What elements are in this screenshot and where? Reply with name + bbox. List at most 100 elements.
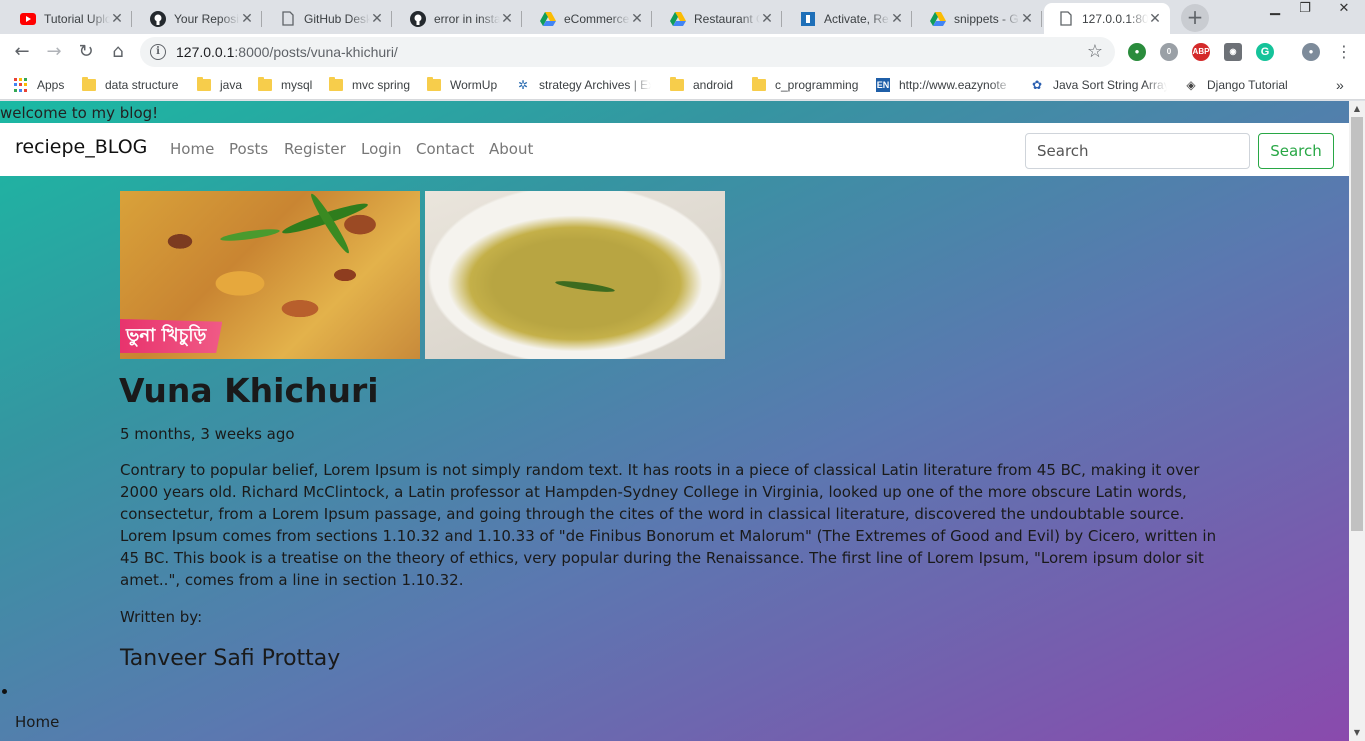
tab-title: error in insta <box>434 11 500 26</box>
grammarly-icon[interactable]: G <box>1256 43 1274 61</box>
adblock-icon[interactable]: ABP <box>1192 43 1210 61</box>
search-input[interactable] <box>1025 133 1250 169</box>
close-icon[interactable]: ✕ <box>890 12 904 26</box>
site-navbar: reciepe_BLOG Home Posts Register Login C… <box>0 123 1349 176</box>
new-tab-button[interactable]: + <box>1181 4 1209 32</box>
bookmark-item[interactable]: data structure <box>82 76 178 94</box>
browser-tab[interactable]: eCommerce ✕ <box>526 3 652 34</box>
minimize-icon[interactable]: ▁ <box>1260 0 1290 20</box>
extension-count-badge: 0 <box>1166 47 1172 56</box>
camera-extension-icon[interactable]: ◉ <box>1224 43 1242 61</box>
browser-tab[interactable]: snippets - G ✕ <box>916 3 1042 34</box>
page-viewport: welcome to my blog! reciepe_BLOG Home Po… <box>0 101 1349 741</box>
django-icon: ◈ <box>1186 78 1196 92</box>
nav-contact[interactable]: Contact <box>416 140 474 158</box>
post-title: Vuna Khichuri <box>119 371 379 410</box>
page-scrollbar[interactable]: ▲ ▼ <box>1349 101 1365 741</box>
close-icon[interactable]: ✕ <box>1148 12 1162 26</box>
folder-icon <box>752 77 766 91</box>
search-button[interactable]: Search <box>1258 133 1334 169</box>
nav-login[interactable]: Login <box>361 140 401 158</box>
github-icon <box>410 10 426 27</box>
folder-icon <box>427 77 441 91</box>
bookmark-item[interactable]: c_programming <box>752 76 858 94</box>
page-icon <box>280 11 296 27</box>
url-host: 127.0.0.1 <box>176 44 235 60</box>
bookmark-item[interactable]: ✿ Java Sort String Array <box>1030 76 1167 94</box>
bookmark-star-icon[interactable]: ☆ <box>1087 41 1103 62</box>
bookmark-item[interactable]: android <box>670 76 733 94</box>
reload-icon[interactable]: ↻ <box>74 40 98 64</box>
folder-icon <box>197 77 211 91</box>
close-window-icon[interactable]: ✕ <box>1326 0 1362 20</box>
tab-title: snippets - G <box>954 11 1019 26</box>
close-icon[interactable]: ✕ <box>110 12 124 26</box>
menu-icon[interactable]: ⋮ <box>1332 40 1356 64</box>
close-icon[interactable]: ✕ <box>1020 12 1034 26</box>
bookmark-label: mvc spring <box>352 78 411 92</box>
close-icon[interactable]: ✕ <box>630 12 644 26</box>
eazynote-icon: EN <box>876 78 890 92</box>
bookmark-label: java <box>220 78 243 92</box>
bookmark-item[interactable]: ◈ Django Tutorial <box>1184 76 1287 94</box>
footer-home-link[interactable]: Home <box>15 713 59 731</box>
bookmark-item[interactable]: EN http://www.eazynote <box>876 76 1013 94</box>
globe-extension-icon[interactable]: ● <box>1128 43 1146 61</box>
scrollbar-thumb[interactable] <box>1351 117 1363 531</box>
post-author: Tanveer Safi Prottay <box>120 646 341 671</box>
browser-tab[interactable]: error in insta ✕ <box>396 3 522 34</box>
bookmark-item[interactable]: mysql <box>258 76 312 94</box>
scroll-down-icon[interactable]: ▼ <box>1349 725 1365 741</box>
bookmark-item[interactable]: WormUp <box>427 76 497 94</box>
activate-icon <box>800 11 816 27</box>
bookmark-apps[interactable]: Apps <box>14 76 64 94</box>
browser-tab[interactable]: GitHub Desk ✕ <box>266 3 392 34</box>
url-text[interactable]: 127.0.0.1:8000/posts/vuna-khichuri/ <box>176 44 398 60</box>
tab-title: Your Reposit <box>174 11 240 26</box>
bookmark-label: Apps <box>37 78 65 92</box>
bookmark-item[interactable]: java <box>197 76 242 94</box>
back-icon[interactable]: ← <box>10 40 34 64</box>
google-drive-icon <box>930 11 946 27</box>
nav-about[interactable]: About <box>489 140 533 158</box>
more-bookmarks-icon[interactable]: » <box>1336 76 1344 94</box>
youtube-icon <box>20 11 36 27</box>
google-drive-icon <box>670 11 686 27</box>
post-image-1: ভুনা খিচুড়ি <box>120 191 420 359</box>
nav-home[interactable]: Home <box>170 140 214 158</box>
close-icon[interactable]: ✕ <box>240 12 254 26</box>
forward-icon[interactable]: → <box>42 40 66 64</box>
address-bar[interactable]: i 127.0.0.1:8000/posts/vuna-khichuri/ ☆ <box>140 37 1115 67</box>
tab-title: GitHub Desk <box>304 11 370 26</box>
site-brand[interactable]: reciepe_BLOG <box>15 136 147 158</box>
bookmark-label: android <box>693 78 734 92</box>
home-icon[interactable]: ⌂ <box>106 40 130 64</box>
browser-tab[interactable]: Tutorial Uplo ✕ <box>6 3 132 34</box>
folder-icon <box>670 77 684 91</box>
browser-tab[interactable]: Activate, Re ✕ <box>786 3 912 34</box>
close-icon[interactable]: ✕ <box>370 12 384 26</box>
post-date: 5 months, 3 weeks ago <box>120 425 295 443</box>
browser-toolbar: ← → ↻ ⌂ i 127.0.0.1:8000/posts/vuna-khic… <box>0 34 1365 70</box>
browser-tab[interactable]: Your Reposit ✕ <box>136 3 262 34</box>
browser-tab-active[interactable]: 127.0.0.1:80 ✕ <box>1044 3 1170 34</box>
info-icon[interactable]: i <box>150 44 166 60</box>
post-body: Contrary to popular belief, Lorem Ipsum … <box>120 461 1217 589</box>
close-icon[interactable]: ✕ <box>500 12 514 26</box>
scroll-up-icon[interactable]: ▲ <box>1349 101 1365 117</box>
bookmark-item[interactable]: ✲ strategy Archives | Ex <box>516 76 651 94</box>
tab-title: Restaurant G <box>694 11 760 26</box>
java-sort-icon: ✿ <box>1031 78 1043 92</box>
extension-icon[interactable]: 0 <box>1160 43 1178 61</box>
nav-posts[interactable]: Posts <box>229 140 268 158</box>
welcome-banner: welcome to my blog! <box>0 104 159 122</box>
written-by-label: Written by: <box>120 608 203 626</box>
maximize-icon[interactable]: ❐ <box>1290 0 1320 20</box>
grammarly-label: G <box>1260 46 1270 58</box>
close-icon[interactable]: ✕ <box>760 12 774 26</box>
nav-register[interactable]: Register <box>284 140 346 158</box>
bookmark-item[interactable]: mvc spring <box>329 76 410 94</box>
tab-title: Tutorial Uplo <box>44 11 110 26</box>
profile-avatar[interactable]: ● <box>1302 43 1320 61</box>
browser-tab[interactable]: Restaurant G ✕ <box>656 3 782 34</box>
